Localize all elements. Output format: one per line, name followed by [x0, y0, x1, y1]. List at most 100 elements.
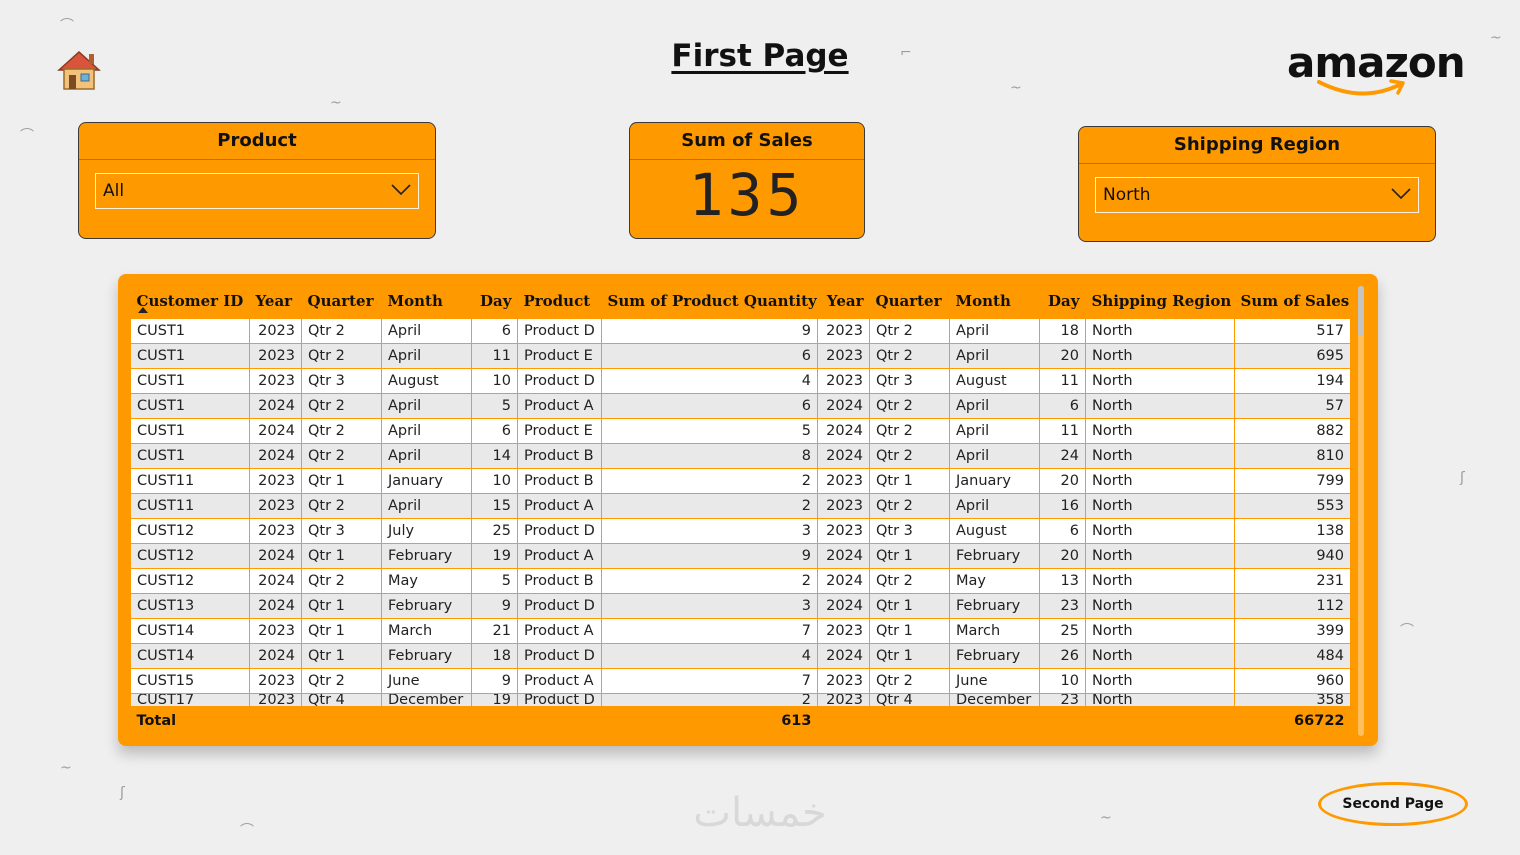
table-cell: CUST11: [130, 493, 250, 519]
shipping-region-filter-title: Shipping Region: [1079, 127, 1435, 164]
column-header[interactable]: Sum of Sales: [1235, 284, 1351, 319]
table-row[interactable]: CUST15 2023 Qtr 2 June 9 Product A 7 2023 Qtr 2J…: [130, 668, 1351, 694]
table-cell: 231: [1234, 568, 1351, 594]
table-cell: CUST1: [130, 393, 250, 419]
table-cell: April: [381, 393, 472, 419]
table-row[interactable]: CUST1 2024 Qtr 2 April 6 Product E 5 2024 Qtr 2A…: [130, 418, 1351, 444]
table-cell: Product D: [517, 518, 602, 544]
table-row[interactable]: CUST1 2024 Qtr 2 April 5 Product A 6 2024 Qtr 2A…: [130, 393, 1351, 419]
table-cell: 4: [601, 368, 818, 394]
column-header[interactable]: Month: [382, 284, 472, 319]
table-cell: 25: [1039, 618, 1086, 644]
table-cell: North: [1085, 443, 1235, 469]
table-cell: 2023: [817, 368, 870, 394]
table-cell: 2023: [817, 518, 870, 544]
table-cell: 6: [601, 343, 818, 369]
column-header[interactable]: Day: [472, 284, 518, 319]
table-cell: 2023: [249, 343, 302, 369]
table-cell: North: [1085, 493, 1235, 519]
shipping-region-filter-card: Shipping Region North: [1078, 126, 1436, 242]
second-page-button[interactable]: Second Page: [1318, 782, 1468, 826]
table-cell: Product E: [517, 343, 602, 369]
column-header[interactable]: Day: [1040, 284, 1086, 319]
table-cell: 112: [1234, 593, 1351, 619]
table-cell: 10: [471, 468, 518, 494]
table-cell: North: [1085, 518, 1235, 544]
table-cell: 2023: [817, 618, 870, 644]
table-cell: 2023: [249, 693, 302, 707]
table-cell: Qtr 1: [869, 593, 950, 619]
table-cell: 2: [601, 568, 818, 594]
table-cell: CUST12: [130, 543, 250, 569]
background-speck: ~: [330, 95, 342, 111]
shipping-region-dropdown-value: North: [1103, 185, 1151, 205]
table-cell: Qtr 2: [301, 568, 382, 594]
table-cell: 2024: [249, 418, 302, 444]
table-cell: 18: [1039, 318, 1086, 344]
table-cell: 19: [471, 543, 518, 569]
table-cell: Qtr 2: [301, 493, 382, 519]
table-row[interactable]: CUST11 2023 Qtr 2 April 15 Product A 2 2023 Qtr …: [130, 493, 1351, 519]
column-header[interactable]: Year: [818, 284, 870, 319]
table-row[interactable]: CUST1 2023 Qtr 2 April 11 Product E 6 2023 Qtr 2…: [130, 343, 1351, 369]
table-cell: 2: [601, 693, 818, 707]
table-cell: December: [381, 693, 472, 707]
table-cell: Product B: [517, 568, 602, 594]
table-cell: Qtr 1: [301, 468, 382, 494]
table-cell: 2023: [817, 468, 870, 494]
table-cell: August: [949, 368, 1040, 394]
table-row[interactable]: CUST14 2023 Qtr 1 March 21 Product A 7 2023 Qtr …: [130, 618, 1351, 644]
table-cell: CUST15: [130, 668, 250, 694]
table-cell: Product D: [517, 693, 602, 707]
column-header[interactable]: Year: [250, 284, 302, 319]
column-header[interactable]: Quarter: [870, 284, 950, 319]
table-cell: Qtr 2: [869, 443, 950, 469]
table-cell: Qtr 3: [301, 518, 382, 544]
table-cell: CUST14: [130, 643, 250, 669]
sales-kpi-card: Sum of Sales 135: [629, 122, 865, 239]
table-row[interactable]: CUST1 2023 Qtr 3 August 10 Product D 4 2023 Qtr …: [130, 368, 1351, 394]
product-dropdown[interactable]: All: [95, 173, 419, 209]
table-row[interactable]: CUST14 2024 Qtr 1 February 18 Product D 4 2024 Q…: [130, 643, 1351, 669]
table-cell: Product D: [517, 643, 602, 669]
table-cell: 15: [471, 493, 518, 519]
table-scrollbar[interactable]: [1358, 286, 1364, 736]
column-header[interactable]: Month: [950, 284, 1040, 319]
table-cell: Qtr 1: [869, 618, 950, 644]
column-header[interactable]: Sum of Product Quantity: [602, 284, 818, 319]
table-cell: Product A: [517, 393, 602, 419]
table-cell: 10: [1039, 668, 1086, 694]
table-cell: 26: [1039, 643, 1086, 669]
column-header[interactable]: Product: [518, 284, 602, 319]
table-row[interactable]: CUST12 2023 Qtr 3 July 25 Product D 3 2023 Qtr 3…: [130, 518, 1351, 544]
table-cell: Qtr 2: [869, 343, 950, 369]
table-cell: CUST1: [130, 318, 250, 344]
table-total-row: Total 613 66722: [130, 706, 1351, 735]
scrollbar-thumb[interactable]: [1358, 286, 1364, 336]
column-header[interactable]: Shipping Region: [1086, 284, 1235, 319]
watermark: خمسات: [693, 790, 827, 836]
table-cell: 20: [1039, 343, 1086, 369]
table-cell: August: [381, 368, 472, 394]
table-row[interactable]: CUST17 2023 Qtr 4 December 19 Product D 2 2023 Q…: [130, 693, 1351, 707]
table-cell: North: [1085, 393, 1235, 419]
kpi-title: Sum of Sales: [630, 123, 864, 160]
table-row[interactable]: CUST1 2023 Qtr 2 April 6 Product D 9 2023 Qtr 2A…: [130, 318, 1351, 344]
table-cell: 553: [1234, 493, 1351, 519]
table-cell: 2023: [817, 693, 870, 707]
table-row[interactable]: CUST12 2024 Qtr 1 February 19 Product A 9 2024 Q…: [130, 543, 1351, 569]
column-header[interactable]: Customer ID: [131, 284, 250, 319]
column-header[interactable]: Quarter: [302, 284, 382, 319]
table-cell: Qtr 4: [869, 693, 950, 707]
table-row[interactable]: CUST13 2024 Qtr 1 February 9 Product D 3 2024 Qt…: [130, 593, 1351, 619]
table-cell: Qtr 2: [301, 443, 382, 469]
table-cell: 24: [1039, 443, 1086, 469]
table-row[interactable]: CUST1 2024 Qtr 2 April 14 Product B 8 2024 Qtr 2…: [130, 443, 1351, 469]
table-cell: 16: [1039, 493, 1086, 519]
shipping-region-dropdown[interactable]: North: [1095, 177, 1419, 213]
table-row[interactable]: CUST12 2024 Qtr 2 May 5 Product B 2 2024 Qtr 2 Ma…: [130, 568, 1351, 594]
table-cell: 2: [601, 493, 818, 519]
table-cell: 138: [1234, 518, 1351, 544]
table-cell: CUST17: [130, 693, 250, 707]
table-row[interactable]: CUST11 2023 Qtr 1 January 10 Product B 2 2023 Qt…: [130, 468, 1351, 494]
